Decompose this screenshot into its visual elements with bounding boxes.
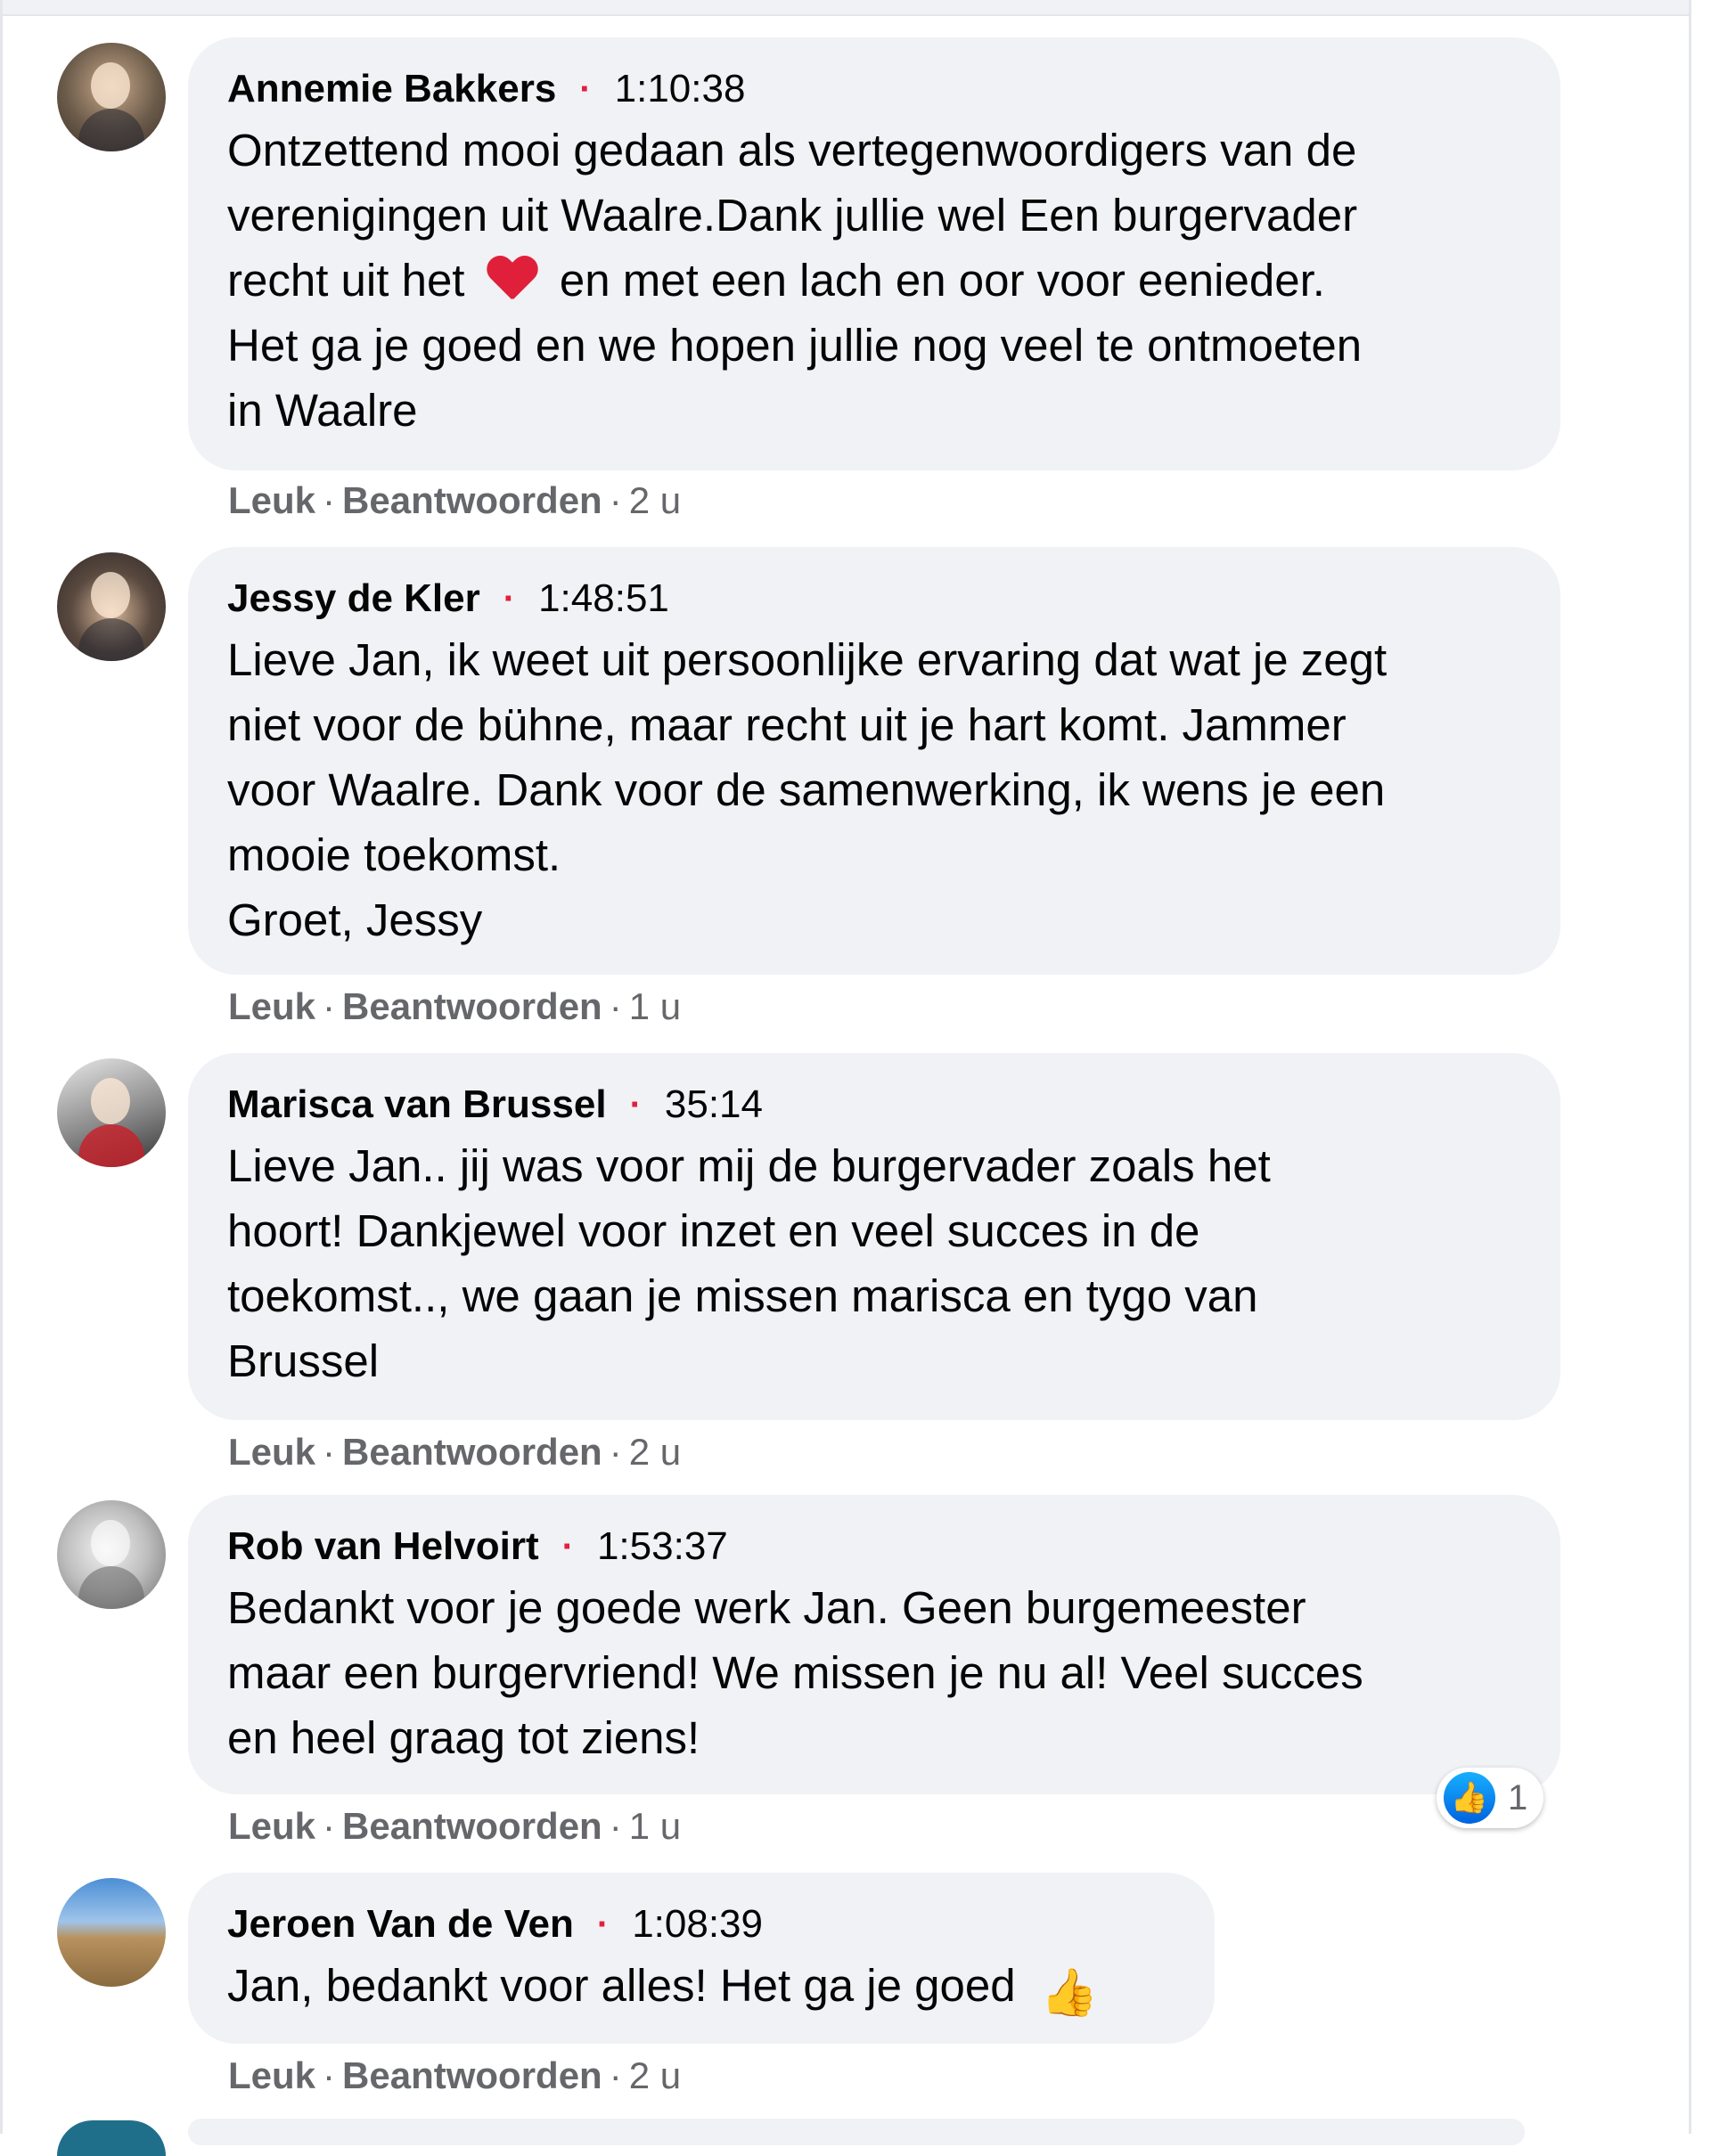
comment-text-part: Jan, bedankt voor alles! Het ga je goed xyxy=(227,1960,1028,2011)
reply-link[interactable]: Beantwoorden xyxy=(342,985,602,1027)
like-link[interactable]: Leuk xyxy=(228,985,315,1027)
red-heart-icon xyxy=(487,257,538,305)
like-reaction-icon: 👍 xyxy=(1444,1772,1495,1824)
comment-text: Ontzettend mooi gedaan als vertegenwoord… xyxy=(227,118,1519,443)
separator-dot: · xyxy=(609,479,622,521)
next-comment-bubble-peek xyxy=(188,2119,1525,2145)
author-name[interactable]: Jeroen Van de Ven xyxy=(227,1902,574,1947)
separator-dot: · xyxy=(503,578,516,618)
reply-link[interactable]: Beantwoorden xyxy=(342,1805,602,1847)
separator-dot: · xyxy=(323,479,336,521)
comment-header: Rob van Helvoirt · 1:53:37 xyxy=(227,1524,1519,1569)
next-avatar-peek xyxy=(57,2120,166,2156)
comment-age[interactable]: 2 u xyxy=(629,1431,681,1473)
panel-left-edge xyxy=(0,0,3,2134)
avatar[interactable] xyxy=(57,552,166,661)
comment-bubble: Marisca van Brussel · 35:14 Lieve Jan.. … xyxy=(188,1053,1560,1420)
comment-header: Annemie Bakkers · 1:10:38 xyxy=(227,67,1519,111)
comment: Jessy de Kler · 1:48:51 Lieve Jan, ik we… xyxy=(57,547,1572,1046)
comment: Annemie Bakkers · 1:10:38 Ontzettend moo… xyxy=(57,37,1572,536)
separator-dot: · xyxy=(323,1431,336,1473)
avatar[interactable] xyxy=(57,43,166,151)
comment-bubble: Jessy de Kler · 1:48:51 Lieve Jan, ik we… xyxy=(188,547,1560,975)
comment-age[interactable]: 1 u xyxy=(629,985,681,1027)
comment: Rob van Helvoirt · 1:53:37 Bedankt voor … xyxy=(57,1495,1572,1869)
avatar-body xyxy=(78,109,144,151)
reaction-count: 1 xyxy=(1508,1777,1528,1817)
comment-actions: Leuk · Beantwoorden · 1 u xyxy=(228,1805,681,1848)
avatar-body xyxy=(78,1124,144,1167)
scrollbar-track[interactable] xyxy=(1689,0,1711,2134)
avatar-body xyxy=(78,618,144,661)
separator-dot: · xyxy=(609,2054,622,2096)
avatar-face xyxy=(91,1078,130,1124)
comment-text: Lieve Jan, ik weet uit persoonlijke erva… xyxy=(227,634,1388,945)
comment: Marisca van Brussel · 35:14 Lieve Jan.. … xyxy=(57,1053,1572,1481)
comment-bubble: Rob van Helvoirt · 1:53:37 Bedankt voor … xyxy=(188,1495,1560,1794)
avatar[interactable] xyxy=(57,1058,166,1167)
author-name[interactable]: Marisca van Brussel xyxy=(227,1082,607,1127)
reply-link[interactable]: Beantwoorden xyxy=(342,2054,602,2096)
comment-header: Jessy de Kler · 1:48:51 xyxy=(227,576,1519,621)
comment-header: Marisca van Brussel · 35:14 xyxy=(227,1082,1519,1127)
comment-age[interactable]: 2 u xyxy=(629,2054,681,2096)
separator-dot: · xyxy=(323,2054,336,2096)
separator-dot: · xyxy=(579,69,592,109)
comment-text: Bedankt voor je goede werk Jan. Geen bur… xyxy=(227,1582,1363,1763)
author-name[interactable]: Rob van Helvoirt xyxy=(227,1524,539,1569)
comment-bubble: Jeroen Van de Ven · 1:08:39 Jan, bedankt… xyxy=(188,1873,1215,2044)
comment-actions: Leuk · Beantwoorden · 2 u xyxy=(228,479,681,522)
like-link[interactable]: Leuk xyxy=(228,479,315,521)
separator-dot: · xyxy=(323,1805,336,1847)
comment-text: Lieve Jan.. jij was voor mij de burgerva… xyxy=(227,1140,1271,1386)
reply-link[interactable]: Beantwoorden xyxy=(342,1431,602,1473)
like-link[interactable]: Leuk xyxy=(228,1805,315,1847)
comment-age[interactable]: 2 u xyxy=(629,479,681,521)
comment-age[interactable]: 1 u xyxy=(629,1805,681,1847)
separator-dot: · xyxy=(629,1084,642,1124)
separator-dot: · xyxy=(323,985,336,1027)
video-timecode[interactable]: 1:48:51 xyxy=(538,576,669,621)
reply-link[interactable]: Beantwoorden xyxy=(342,479,602,521)
thumbs-up-icon: 👍 xyxy=(1040,1967,1099,2019)
like-link[interactable]: Leuk xyxy=(228,1431,315,1473)
comment: Jeroen Van de Ven · 1:08:39 Jan, bedankt… xyxy=(57,1873,1572,2113)
comment-actions: Leuk · Beantwoorden · 1 u xyxy=(228,985,681,1028)
avatar-face xyxy=(91,1520,130,1566)
separator-dot: · xyxy=(609,1805,622,1847)
avatar-face xyxy=(91,572,130,618)
video-timecode[interactable]: 35:14 xyxy=(665,1082,763,1127)
separator-dot: · xyxy=(609,1431,622,1473)
comment-bubble: Annemie Bakkers · 1:10:38 Ontzettend moo… xyxy=(188,37,1560,470)
separator-dot: · xyxy=(561,1526,574,1566)
author-name[interactable]: Jessy de Kler xyxy=(227,576,480,621)
like-link[interactable]: Leuk xyxy=(228,2054,315,2096)
reaction-summary[interactable]: 👍 1 xyxy=(1437,1768,1544,1828)
video-timecode[interactable]: 1:10:38 xyxy=(615,67,746,111)
avatar[interactable] xyxy=(57,1878,166,1987)
comment-actions: Leuk · Beantwoorden · 2 u xyxy=(228,2054,681,2097)
comment-header: Jeroen Van de Ven · 1:08:39 xyxy=(227,1902,1174,1947)
video-timecode[interactable]: 1:53:37 xyxy=(597,1524,728,1569)
avatar[interactable] xyxy=(57,1500,166,1609)
avatar-face xyxy=(91,62,130,109)
video-timecode[interactable]: 1:08:39 xyxy=(632,1902,763,1947)
separator-dot: · xyxy=(609,985,622,1027)
author-name[interactable]: Annemie Bakkers xyxy=(227,67,556,111)
top-border xyxy=(0,0,1689,16)
separator-dot: · xyxy=(596,1904,610,1944)
avatar-body xyxy=(78,1566,144,1609)
comment-actions: Leuk · Beantwoorden · 2 u xyxy=(228,1431,681,1474)
comment-text: Jan, bedankt voor alles! Het ga je goed … xyxy=(227,1953,1174,2018)
